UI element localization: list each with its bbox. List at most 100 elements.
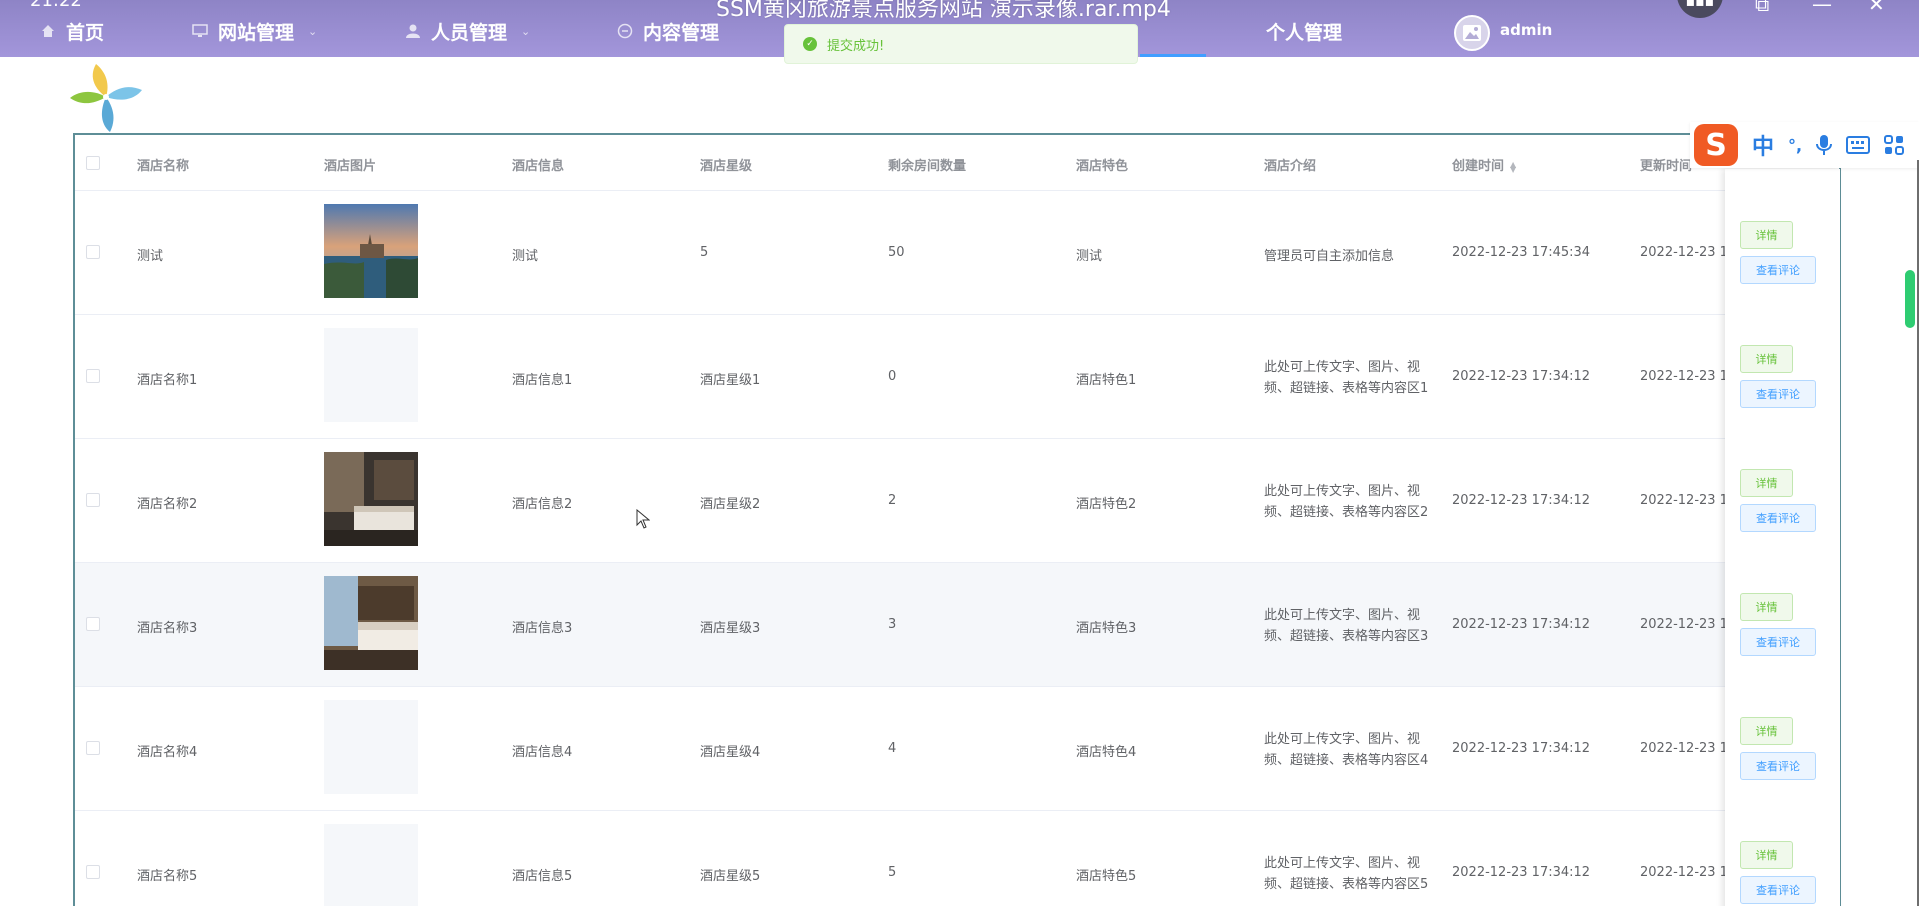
cell-intro: 此处可上传文字、图片、视频、超链接、表格等内容区4 (1264, 732, 1429, 768)
cell-star: 酒店星级3 (700, 621, 761, 636)
nav-item-users[interactable]: 人员管理 ⌄ (405, 16, 530, 46)
nav-item-label: 首页 (66, 21, 105, 44)
ime-logo-icon[interactable]: S (1694, 124, 1738, 166)
cell-name: 酒店名称1 (137, 373, 198, 388)
nav-item-site[interactable]: 网站管理 ⌄ (192, 16, 317, 46)
cell-info: 测试 (512, 249, 539, 264)
mic-icon[interactable] (1816, 134, 1833, 156)
col-header-image: 酒店图片 (324, 159, 377, 174)
nav-item-home[interactable]: 首页 (40, 16, 104, 46)
cell-rooms: 2 (888, 493, 897, 508)
col-header-created[interactable]: 创建时间 ▲ ▼ (1452, 155, 1516, 174)
ime-punctuation-toggle[interactable]: °, (1788, 136, 1802, 155)
col-header-feature: 酒店特色 (1076, 159, 1129, 174)
hotel-image[interactable] (324, 204, 418, 298)
chevron-down-icon: ⌄ (521, 24, 531, 38)
detail-button[interactable]: 详情 (1740, 593, 1793, 621)
col-header-created-label: 创建时间 (1452, 159, 1505, 174)
avatar[interactable] (1454, 15, 1490, 51)
cell-feature: 酒店特色1 (1076, 373, 1137, 388)
hotel-image[interactable] (324, 452, 418, 546)
video-title: SSM黄冈旅游景点服务网站 演示录像.rar.mp4 (716, 0, 1171, 22)
table-row: 酒店名称4 酒店信息4 酒店星级4 4 酒店特色4 此处可上传文字、图片、视频、… (75, 687, 1839, 811)
row-checkbox[interactable] (86, 245, 100, 259)
nav-item-content[interactable]: 内容管理 (617, 16, 719, 46)
sort-icon[interactable]: ▲ ▼ (1510, 160, 1516, 173)
hotel-image[interactable] (324, 576, 418, 670)
detail-button[interactable]: 详情 (1740, 469, 1793, 497)
action-column: 详情 查看评论 详情 查看评论 详情 查看评论 详情 查看评论 详情 查看评论 … (1725, 169, 1840, 906)
cell-feature: 测试 (1076, 249, 1103, 264)
cell-updated: 2022-12-23 17 (1640, 493, 1737, 508)
cell-created: 2022-12-23 17:45:34 (1452, 245, 1591, 260)
detail-button[interactable]: 详情 (1740, 345, 1793, 373)
cell-info: 酒店信息4 (512, 745, 573, 760)
nav-active-indicator (1140, 54, 1206, 57)
view-reviews-button[interactable]: 查看评论 (1740, 256, 1816, 284)
cell-star: 酒店星级1 (700, 373, 761, 388)
table-row: 测试 测试 5 50 测试 管理员可自主添加信息 2022-12-23 17:4… (75, 191, 1839, 315)
cell-created: 2022-12-23 17:34:12 (1452, 369, 1591, 384)
ime-language-toggle[interactable]: 中 (1752, 129, 1774, 161)
cell-feature: 酒店特色3 (1076, 621, 1137, 636)
grid-icon[interactable] (1884, 135, 1905, 155)
cell-updated: 2022-12-23 17 (1640, 369, 1737, 384)
row-checkbox[interactable] (86, 617, 100, 631)
hotel-image-empty[interactable] (324, 824, 418, 906)
nav-item-profile[interactable]: 个人管理 (1266, 16, 1342, 46)
user-icon (406, 24, 420, 38)
chevron-down-icon: ⌄ (308, 24, 318, 38)
cell-star: 酒店星级5 (700, 869, 761, 884)
monitor-icon (192, 24, 208, 37)
cell-name: 测试 (137, 249, 164, 264)
cell-updated: 2022-12-23 17 (1640, 245, 1737, 260)
row-checkbox[interactable] (86, 865, 100, 879)
table-row: 酒店名称2 酒店信息2 酒店星级2 2 酒店特色2 此处可上传文字、图片、视频、… (75, 439, 1839, 563)
site-logo (70, 64, 142, 132)
view-reviews-button[interactable]: 查看评论 (1740, 380, 1816, 408)
cell-feature: 酒店特色5 (1076, 869, 1137, 884)
hotel-image-empty[interactable] (324, 328, 418, 422)
image-icon (1463, 25, 1481, 41)
row-checkbox[interactable] (86, 369, 100, 383)
cell-updated: 2022-12-23 17 (1640, 617, 1737, 632)
cell-created: 2022-12-23 17:34:12 (1452, 493, 1591, 508)
keyboard-icon[interactable] (1846, 136, 1871, 154)
scrollbar-thumb[interactable] (1905, 270, 1915, 328)
cell-star: 酒店星级4 (700, 745, 761, 760)
cell-updated: 2022-12-23 17 (1640, 741, 1737, 756)
hotel-image-empty[interactable] (324, 700, 418, 794)
col-header-info: 酒店信息 (512, 159, 565, 174)
detail-button[interactable]: 详情 (1740, 717, 1793, 745)
cell-rooms: 4 (888, 741, 897, 756)
hotel-room-photo (324, 452, 418, 546)
restore-icon[interactable]: ⧉ (1755, 0, 1769, 16)
detail-button[interactable]: 详情 (1740, 221, 1793, 249)
col-header-star: 酒店星级 (700, 159, 753, 174)
mouse-cursor-icon (636, 509, 650, 529)
table-row: 酒店名称3 酒店信息3 酒店星级3 3 酒店特色3 此处可上传文字、图片、视频、… (75, 563, 1839, 687)
cell-name: 酒店名称2 (137, 497, 198, 512)
view-reviews-button[interactable]: 查看评论 (1740, 504, 1816, 532)
table-row: 酒店名称5 酒店信息5 酒店星级5 5 酒店特色5 此处可上传文字、图片、视频、… (75, 811, 1839, 906)
detail-button[interactable]: 详情 (1740, 841, 1793, 869)
minimize-icon[interactable]: — (1812, 0, 1832, 16)
cell-intro: 此处可上传文字、图片、视频、超链接、表格等内容区3 (1264, 608, 1429, 644)
cell-info: 酒店信息5 (512, 869, 573, 884)
nav-item-label: 人员管理 (431, 21, 508, 44)
view-reviews-button[interactable]: 查看评论 (1740, 628, 1816, 656)
nav-item-label: 网站管理 (218, 21, 295, 44)
view-reviews-button[interactable]: 查看评论 (1740, 752, 1816, 780)
toast-message: 提交成功! (827, 38, 885, 54)
close-icon[interactable]: ✕ (1868, 0, 1885, 16)
cell-name: 酒店名称3 (137, 621, 198, 636)
cell-created: 2022-12-23 17:34:12 (1452, 617, 1591, 632)
username[interactable]: admin (1500, 21, 1552, 39)
cell-intro: 此处可上传文字、图片、视频、超链接、表格等内容区5 (1264, 856, 1429, 892)
view-reviews-button[interactable]: 查看评论 (1740, 876, 1816, 904)
select-all-checkbox[interactable] (86, 156, 100, 170)
nav-item-label: 内容管理 (643, 21, 720, 44)
row-checkbox[interactable] (86, 741, 100, 755)
row-checkbox[interactable] (86, 493, 100, 507)
col-header-name: 酒店名称 (137, 159, 190, 174)
